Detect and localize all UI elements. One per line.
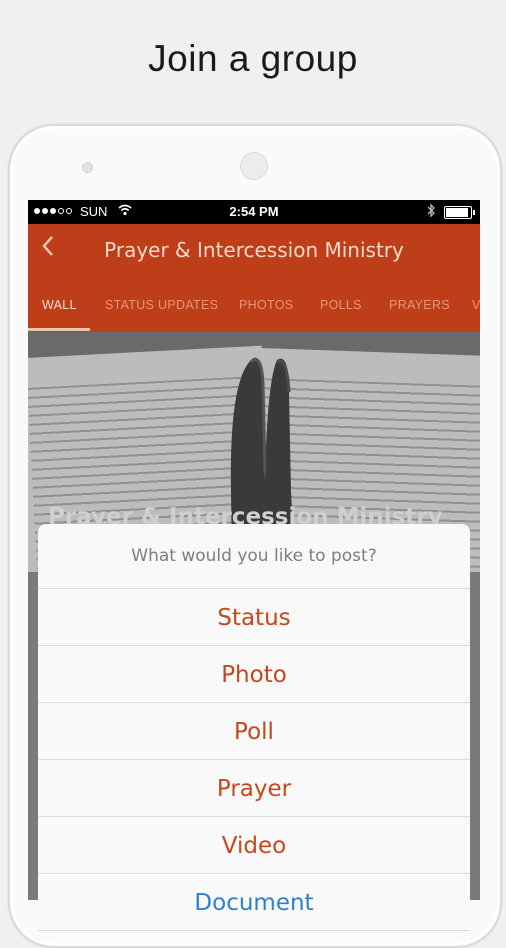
status-time: 2:54 PM [229, 204, 279, 219]
post-document-option[interactable]: Document [38, 874, 470, 931]
battery-icon [444, 206, 475, 219]
tab-bar: WALL STATUS UPDATES PHOTOS POLLS PRAYERS… [28, 276, 480, 332]
tab-wall[interactable]: WALL [42, 298, 77, 312]
post-video-option[interactable]: Video [38, 817, 470, 874]
tab-polls[interactable]: POLLS [320, 298, 362, 312]
post-prayer-option[interactable]: Prayer [38, 760, 470, 817]
post-poll-option[interactable]: Poll [38, 703, 470, 760]
tab-photos[interactable]: PHOTOS [239, 298, 293, 312]
earpiece-speaker [240, 152, 268, 180]
bluetooth-icon [426, 203, 436, 221]
post-photo-option[interactable]: Photo [38, 646, 470, 703]
headline: Join a group [148, 38, 358, 79]
post-type-sheet: What would you like to post? Status Phot… [38, 524, 470, 931]
tab-more-truncated[interactable]: V [472, 298, 480, 312]
active-tab-indicator [28, 328, 90, 331]
tab-status-updates[interactable]: STATUS UPDATES [105, 298, 218, 312]
status-bar: SUN 2:54 PM [28, 200, 480, 224]
front-camera [82, 162, 93, 173]
tab-prayers[interactable]: PRAYERS [389, 298, 450, 312]
chevron-left-icon[interactable] [34, 234, 62, 264]
sheet-prompt: What would you like to post? [38, 524, 470, 589]
app-bar: Prayer & Intercession Ministry [28, 224, 480, 276]
page-title: Prayer & Intercession Ministry [104, 238, 404, 262]
post-status-option[interactable]: Status [38, 589, 470, 646]
